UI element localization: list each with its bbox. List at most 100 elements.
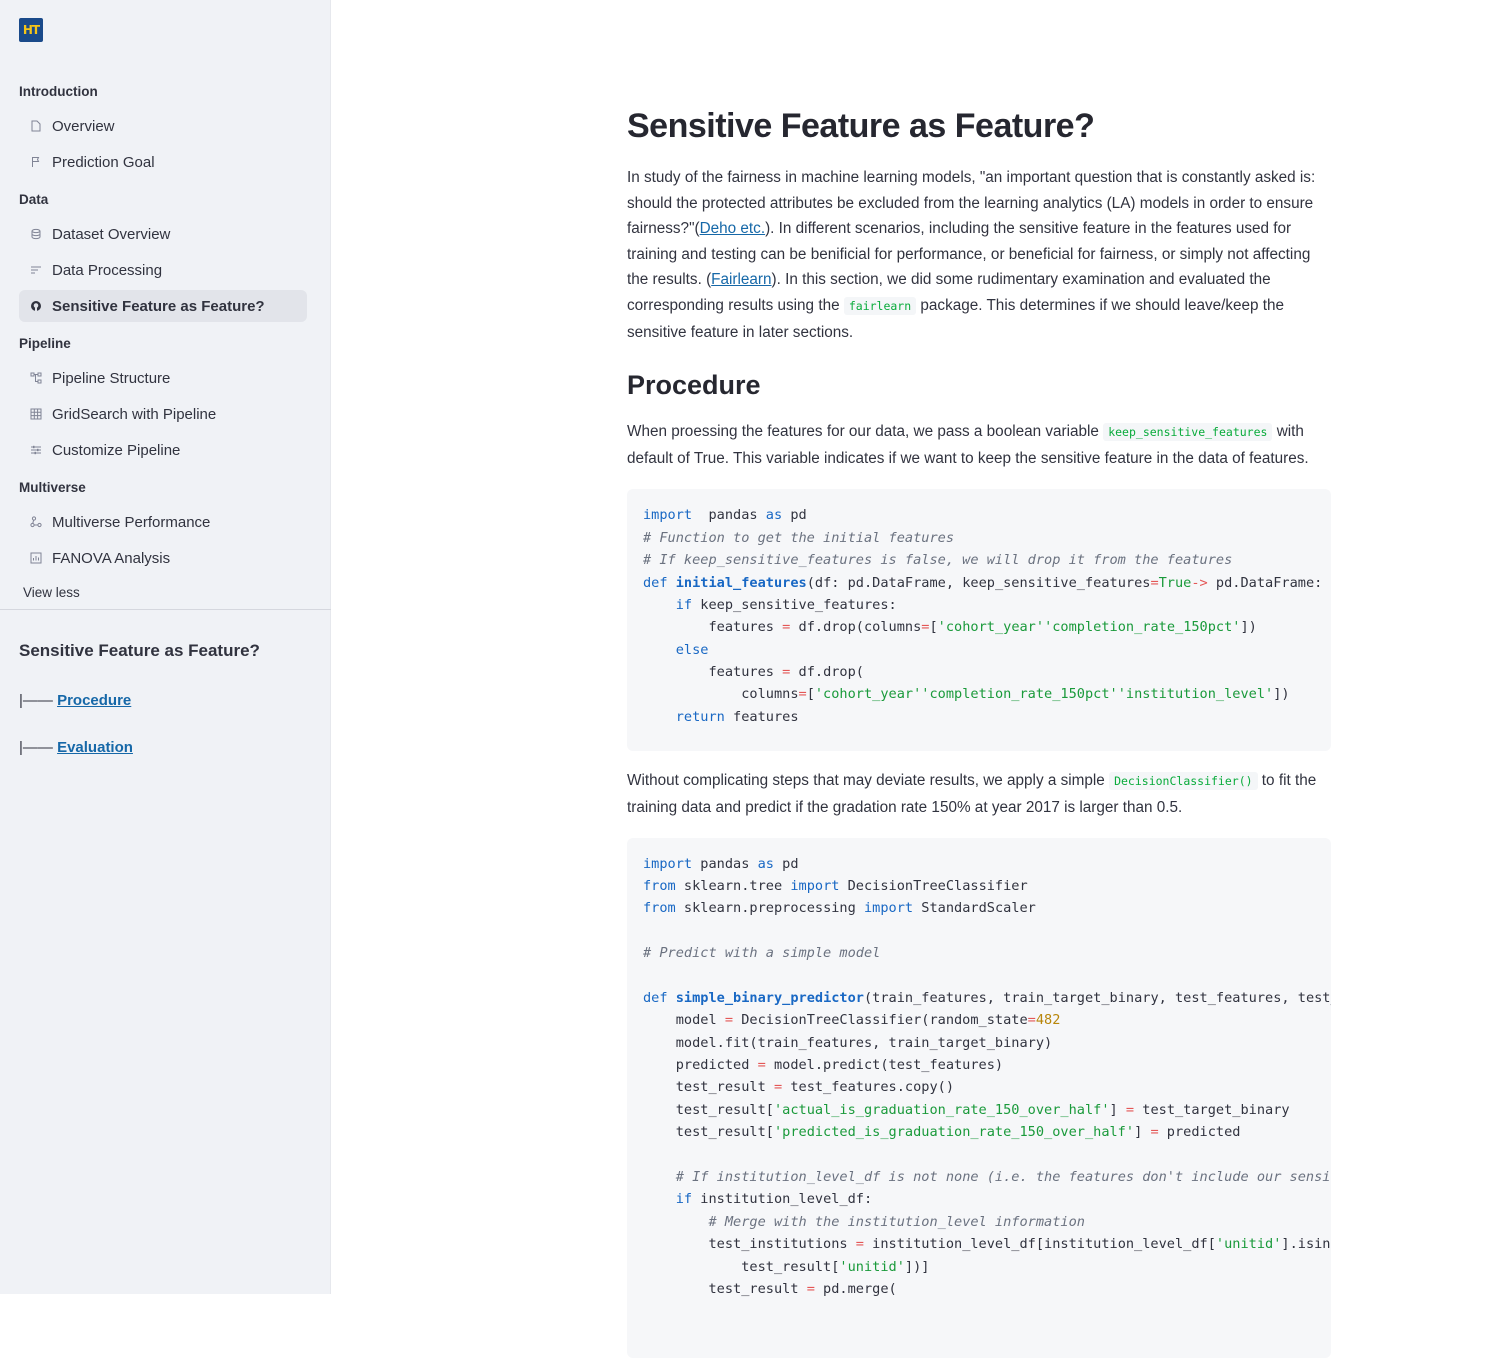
code-token: pd.merge( xyxy=(814,1280,897,1297)
procedure-heading: Procedure xyxy=(627,370,761,401)
code-token: institution_level_df[institution_level_d… xyxy=(863,1236,1216,1253)
code-token: pandas xyxy=(692,855,758,872)
sidebar-item-gridsearch-with-pipeline[interactable]: GridSearch with Pipeline xyxy=(19,398,307,430)
code-token: import xyxy=(790,877,840,894)
database-icon xyxy=(29,227,43,241)
code-line: test_result = test_features.copy() xyxy=(643,1076,1331,1098)
code-token: def xyxy=(643,574,668,591)
intro-paragraph: In study of the fairness in machine lear… xyxy=(627,165,1331,345)
sidebar-divider xyxy=(0,609,331,610)
code-token: ])] xyxy=(904,1258,930,1275)
code-token: else xyxy=(675,641,709,658)
code-token: pd.DataFrame: xyxy=(1207,574,1323,591)
code-line: test_institutions = institution_level_df… xyxy=(643,1233,1331,1255)
code-line: predicted = model.predict(test_features) xyxy=(643,1054,1331,1076)
code-token: pandas xyxy=(692,507,766,524)
toc-link-procedure[interactable]: Procedure xyxy=(57,692,131,709)
sidebar-item-prediction-goal[interactable]: Prediction Goal xyxy=(19,146,307,178)
code-line: def simple_binary_predictor(train_featur… xyxy=(643,987,1331,1009)
code-token: sklearn.tree xyxy=(675,877,791,894)
sidebar-item-data-processing[interactable]: Data Processing xyxy=(19,254,307,286)
sidebar-item-sensitive-feature-as-feature[interactable]: Sensitive Feature as Feature? xyxy=(19,290,307,322)
page-icon xyxy=(29,119,43,133)
sidebar-item-label: Multiverse Performance xyxy=(52,513,211,531)
code-token: sklearn.preprocessing xyxy=(675,900,864,917)
code-token: 'unitid' xyxy=(1215,1236,1282,1253)
code-line: def initial_features(df: pd.DataFrame, k… xyxy=(643,572,1331,594)
code-token: df.drop(columns xyxy=(790,619,922,636)
code-token: features xyxy=(643,619,783,636)
code-token: predicted xyxy=(643,1057,758,1074)
code-token: [ xyxy=(806,686,815,703)
code-line: # Predict with a simple model xyxy=(643,942,1331,964)
link-deho[interactable]: Deho etc. xyxy=(700,220,765,237)
chart-box-icon xyxy=(29,551,43,565)
link-fairlearn[interactable]: Fairlearn xyxy=(711,271,771,288)
sidebar-item-label: Overview xyxy=(52,117,115,135)
code-token: 'cohort_year' xyxy=(814,686,922,703)
code-line: model = DecisionTreeClassifier(random_st… xyxy=(643,1009,1331,1031)
code-line: test_result = pd.merge( xyxy=(643,1278,1331,1300)
code-token: def xyxy=(643,989,668,1006)
sidebar-item-dataset-overview[interactable]: Dataset Overview xyxy=(19,218,307,250)
toc-link-evaluation[interactable]: Evaluation xyxy=(57,739,133,756)
code-token: = xyxy=(806,1280,815,1297)
sidebar-item-label: FANOVA Analysis xyxy=(52,549,171,567)
code-line: from sklearn.preprocessing import Standa… xyxy=(643,897,1331,919)
code-block-binary-predictor[interactable]: import pandas as pd from sklearn.tree imp… xyxy=(627,837,1331,1358)
sidebar-item-pipeline-structure[interactable]: Pipeline Structure xyxy=(19,362,307,394)
code-token: = xyxy=(724,1012,734,1029)
code-token: = xyxy=(1125,1101,1135,1118)
code-token: # Function to get the initial features xyxy=(643,529,954,546)
procedure-text-1: When proessing the features for our data… xyxy=(627,423,1104,441)
github-icon xyxy=(29,299,43,313)
nav-section-data: Data xyxy=(19,192,49,207)
sidebar-item-label: Customize Pipeline xyxy=(52,441,181,459)
code-token: import xyxy=(864,900,914,917)
sidebar-item-fanova-analysis[interactable]: FANOVA Analysis xyxy=(19,542,307,574)
toc-prefix: |—— xyxy=(19,739,58,756)
sidebar-item-label: Dataset Overview xyxy=(52,225,171,243)
code-line: # Function to get the initial features xyxy=(643,527,1331,549)
code-token: [ xyxy=(929,619,938,636)
sidebar-item-customize-pipeline[interactable]: Customize Pipeline xyxy=(19,434,307,466)
code-token: 'predicted_is_graduation_rate_150_over_h… xyxy=(773,1124,1135,1141)
code-token: True xyxy=(1158,574,1192,591)
code-line: if institution_level_df: xyxy=(643,1188,1331,1210)
code-token: model.fit(train_features, train_target_b… xyxy=(643,1034,1053,1051)
code-line: features = df.drop( xyxy=(643,661,1331,683)
code-line: model.fit(train_features, train_target_b… xyxy=(643,1032,1331,1054)
toc-item-procedure: |—— Procedure xyxy=(19,692,131,709)
code-token: = xyxy=(1150,574,1159,591)
code-token: = xyxy=(1027,1012,1036,1029)
code-token: pd xyxy=(773,855,799,872)
code-token: # If keep_sensitive_features is false, w… xyxy=(643,552,1233,569)
code-block-initial-features[interactable]: import pandas as pd # Function to get the… xyxy=(627,489,1331,752)
code-line: return features xyxy=(643,706,1331,728)
sidebar-item-overview[interactable]: Overview xyxy=(19,110,307,142)
code-token: 'completion_rate_150pct' xyxy=(921,686,1118,703)
code-line: test_result['actual_is_graduation_rate_1… xyxy=(643,1099,1331,1121)
code-token: test_features.copy() xyxy=(782,1079,955,1096)
sidebar-item-multiverse-performance[interactable]: Multiverse Performance xyxy=(19,506,307,538)
sort-lines-icon xyxy=(29,263,43,277)
view-less-button[interactable]: View less xyxy=(19,578,307,608)
code-token: (df: pd.DataFrame, keep_sensitive_featur… xyxy=(806,574,1151,591)
nav-section-multiverse: Multiverse xyxy=(19,480,86,495)
code-token: = xyxy=(773,1079,783,1096)
flag-icon xyxy=(29,155,43,169)
code-token: model xyxy=(643,1012,725,1029)
sidebar-item-label: Prediction Goal xyxy=(52,153,155,171)
code-line: features = df.drop(columns=['cohort_year… xyxy=(643,616,1331,638)
inline-code-keep-sensitive: keep_sensitive_features xyxy=(1103,423,1273,442)
tree-icon xyxy=(29,371,43,385)
sliders-icon xyxy=(29,443,43,457)
sidebar: HT Introduction Overview Prediction Goal Da… xyxy=(0,0,331,1294)
app-logo[interactable]: HT xyxy=(19,18,43,42)
code-token: test_result[ xyxy=(643,1258,840,1275)
code-token: 482 xyxy=(1035,1012,1061,1029)
